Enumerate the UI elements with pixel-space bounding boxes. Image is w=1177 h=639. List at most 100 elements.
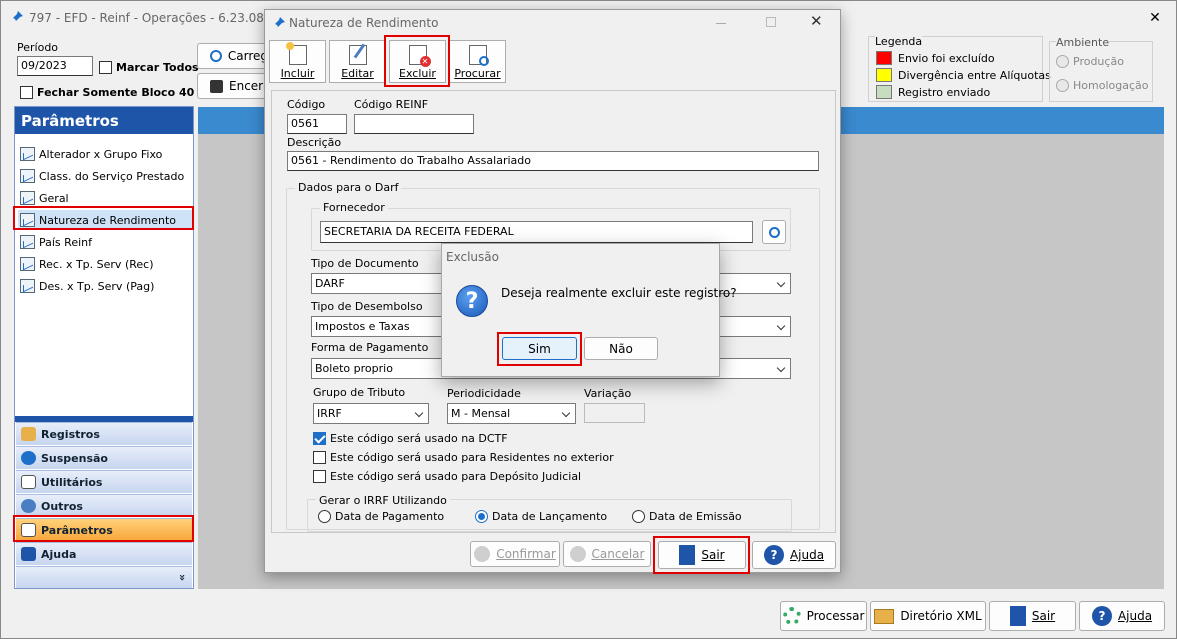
editar-button[interactable]: Editar	[329, 40, 386, 83]
group-outros[interactable]: Outros	[16, 494, 192, 517]
descricao-label: Descrição	[287, 136, 342, 149]
carregar-button[interactable]: Carreg	[197, 43, 269, 69]
radio-data-emissao-dot[interactable]	[632, 510, 645, 523]
codigo-reinf-input[interactable]	[354, 114, 474, 134]
group-ajuda[interactable]: Ajuda	[16, 542, 192, 565]
close-icon[interactable]: ✕	[810, 12, 823, 30]
periodo-label: Período	[17, 41, 59, 54]
legend-swatch-divergencia	[876, 68, 892, 82]
procurar-label: Procurar	[454, 67, 501, 80]
incluir-button[interactable]: Incluir	[269, 40, 326, 83]
deposito-checkbox[interactable]: Este código será usado para Depósito Jud…	[313, 470, 581, 483]
incluir-label: Incluir	[280, 67, 315, 80]
sidebar-item-geral[interactable]: Geral	[18, 188, 192, 208]
radio-homologacao[interactable]: Homologação	[1056, 79, 1148, 92]
sidebar-item-label: País Reinf	[39, 235, 92, 249]
minimize-icon[interactable]	[716, 23, 726, 24]
confirmar-button[interactable]: Confirmar	[470, 541, 560, 567]
ambiente-title: Ambiente	[1056, 36, 1110, 49]
procurar-button[interactable]: Procurar	[449, 40, 506, 83]
sidebar-item-class-servico[interactable]: Class. do Serviço Prestado	[18, 166, 192, 186]
close-window-button[interactable]: ✕	[1144, 9, 1166, 27]
new-document-icon	[285, 42, 307, 65]
residentes-box[interactable]	[313, 451, 326, 464]
radio-homologacao-dot[interactable]	[1056, 79, 1069, 92]
folder-icon	[21, 427, 36, 441]
chart-icon	[20, 169, 35, 183]
sidebar-item-rec-tp-serv[interactable]: Rec. x Tp. Serv (Rec)	[18, 254, 192, 274]
marcar-todos-box[interactable]	[99, 61, 112, 74]
deposito-box[interactable]	[313, 470, 326, 483]
radio-data-pagamento-dot[interactable]	[318, 510, 331, 523]
sair-label: Sair	[1031, 609, 1056, 623]
variacao-input[interactable]	[584, 403, 645, 423]
search-icon	[210, 50, 222, 62]
fechar-bloco-checkbox[interactable]: Fechar Somente Bloco 40	[20, 86, 194, 99]
irrf-group: Gerar o IRRF Utilizando Data de Pagament…	[307, 494, 792, 532]
group-label: Outros	[41, 499, 83, 513]
dctf-checkbox[interactable]: Este código será usado na DCTF	[313, 432, 508, 445]
group-registros[interactable]: Registros	[16, 422, 192, 445]
pin-icon	[10, 10, 24, 24]
radio-data-pagamento[interactable]: Data de Pagamento	[318, 510, 444, 523]
group-utilitarios[interactable]: Utilitários	[16, 470, 192, 493]
diretorio-label: Diretório XML	[900, 609, 982, 623]
help-icon: ?	[1091, 606, 1112, 626]
cancelar-button[interactable]: Cancelar	[563, 541, 651, 567]
marcar-todos-checkbox[interactable]: Marcar Todos	[99, 61, 199, 74]
nao-label: Não	[609, 341, 633, 356]
dctf-box[interactable]	[313, 432, 326, 445]
exclusao-dialog: Exclusão ? Deseja realmente excluir este…	[441, 243, 737, 377]
chart-icon	[20, 235, 35, 249]
ajuda-button-main[interactable]: ? Ajuda	[1079, 601, 1165, 631]
chart-icon	[20, 147, 35, 161]
sidebar-item-des-tp-serv[interactable]: Des. x Tp. Serv (Pag)	[18, 276, 192, 296]
sidebar-item-label: Class. do Serviço Prestado	[39, 169, 185, 183]
fornecedor-input[interactable]: SECRETARIA DA RECEITA FEDERAL	[320, 221, 753, 243]
fechar-bloco-label: Fechar Somente Bloco 40	[37, 86, 195, 99]
sidebar-item-alterador[interactable]: Alterador x Grupo Fixo	[18, 144, 192, 164]
residentes-checkbox[interactable]: Este código será usado para Residentes n…	[313, 451, 614, 464]
deposito-label: Este código será usado para Depósito Jud…	[330, 470, 582, 483]
radio-data-lancamento[interactable]: Data de Lançamento	[475, 510, 607, 523]
encerrar-button[interactable]: Encerr	[197, 73, 269, 99]
nao-button[interactable]: Não	[584, 337, 658, 360]
help-icon: ?	[763, 545, 784, 565]
grupo-tributo-label: Grupo de Tributo	[313, 386, 406, 399]
gear-icon	[782, 607, 801, 625]
processar-label: Processar	[806, 609, 865, 623]
sidebar-more-button[interactable]: »	[16, 566, 192, 588]
legend-title: Legenda	[875, 35, 923, 48]
group-label: Suspensão	[41, 451, 108, 465]
diretorio-xml-button[interactable]: Diretório XML	[870, 601, 986, 631]
sair-button-main[interactable]: Sair	[989, 601, 1076, 631]
group-label: Utilitários	[41, 475, 103, 489]
radio-producao[interactable]: Produção	[1056, 55, 1124, 68]
processar-button[interactable]: Processar	[780, 601, 867, 631]
fechar-bloco-box[interactable]	[20, 86, 33, 99]
highlight-sim	[497, 332, 582, 366]
radio-data-emissao-label: Data de Emissão	[649, 510, 742, 523]
group-suspensao[interactable]: Suspensão	[16, 446, 192, 469]
grupo-tributo-select[interactable]: IRRF	[313, 403, 429, 424]
ajuda-button-dialog[interactable]: ? Ajuda	[752, 541, 836, 569]
fornecedor-label: Fornecedor	[320, 201, 388, 214]
highlight-excluir	[384, 35, 450, 87]
darf-group-title: Dados para o Darf	[295, 181, 402, 194]
maximize-icon[interactable]	[766, 17, 776, 27]
confirmar-label: Confirmar	[496, 547, 556, 561]
radio-data-lancamento-dot[interactable]	[475, 510, 488, 523]
descricao-input[interactable]: 0561 - Rendimento do Trabalho Assalariad…	[287, 151, 819, 171]
fornecedor-search-button[interactable]	[762, 220, 786, 244]
periodo-input[interactable]: 09/2023	[17, 56, 93, 76]
periodicidade-select[interactable]: M - Mensal	[447, 403, 576, 424]
sidebar-item-pais-reinf[interactable]: País Reinf	[18, 232, 192, 252]
codigo-input[interactable]: 0561	[287, 114, 347, 134]
legend-swatch-excluido	[876, 51, 892, 65]
marcar-todos-label: Marcar Todos	[116, 61, 199, 74]
radio-producao-dot[interactable]	[1056, 55, 1069, 68]
cancelar-label: Cancelar	[591, 547, 645, 561]
pin-icon	[272, 16, 286, 33]
radio-data-emissao[interactable]: Data de Emissão	[632, 510, 742, 523]
gear-icon	[210, 79, 223, 93]
